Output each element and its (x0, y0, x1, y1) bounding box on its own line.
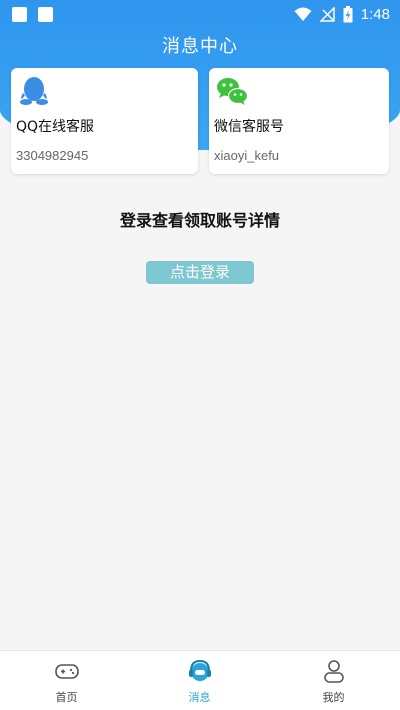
tab-home[interactable]: 首页 (0, 651, 133, 710)
qq-account-number: 3304982945 (16, 148, 89, 163)
tab-messages[interactable]: 消息 (133, 651, 266, 710)
tab-home-label: 首页 (55, 691, 78, 704)
user-icon (323, 660, 344, 683)
qq-service-card[interactable]: QQ在线客服 3304982945 (11, 68, 198, 174)
tab-profile[interactable]: 我的 (267, 651, 400, 710)
notification-icon (12, 7, 27, 22)
bottom-tab-bar: 首页 消息 我的 (0, 650, 400, 710)
status-bar: 1:48 (0, 0, 400, 30)
wechat-service-card[interactable]: 微信客服号 xiaoyi_kefu (209, 68, 389, 174)
tab-messages-label: 消息 (188, 691, 211, 704)
gamepad-icon (54, 664, 79, 679)
qq-service-label: QQ在线客服 (16, 119, 95, 135)
qq-penguin-icon (20, 77, 48, 105)
notification-icon (38, 7, 53, 22)
no-signal-icon (319, 7, 335, 22)
login-prompt-text: 登录查看领取账号详情 (119, 211, 280, 230)
wechat-account-id: xiaoyi_kefu (214, 148, 280, 163)
wifi-icon (294, 7, 312, 21)
wechat-service-label: 微信客服号 (214, 119, 284, 135)
page-title: 消息中心 (162, 36, 238, 57)
headset-icon (188, 659, 211, 681)
clock: 1:48 (360, 6, 390, 23)
battery-charging-icon (343, 6, 353, 23)
wechat-icon (217, 78, 249, 105)
login-button[interactable]: 点击登录 (146, 261, 254, 284)
tab-profile-label: 我的 (322, 691, 345, 704)
